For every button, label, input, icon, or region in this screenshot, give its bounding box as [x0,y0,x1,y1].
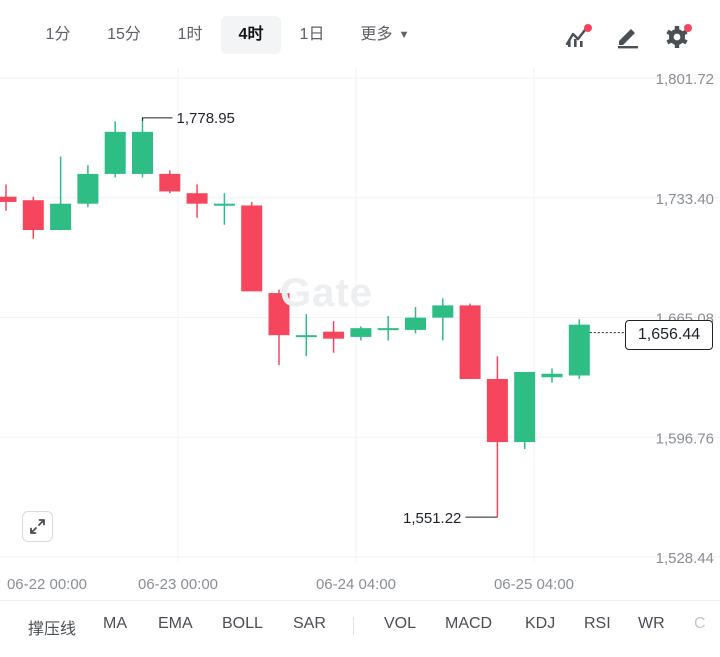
candle-body [186,193,208,204]
indicator-ma[interactable]: MA [103,615,127,633]
high-price-label: 1,778.95 [177,110,235,127]
candle-body [568,324,590,376]
indicator-wr[interactable]: WR [638,615,665,633]
caret-down-icon: ▼ [398,29,410,41]
candle-body [459,305,481,379]
candle-body [50,203,72,231]
x-axis-tick-label: 06-23 00:00 [138,576,218,593]
indicator-toolbar: 撑压线 MA EMA BOLL SAR VOL MACD KDJ RSI WR … [0,600,720,657]
kline-chart[interactable]: Gate 1,801.72 1,733.40 1,665.08 1,596.76 1,5… [0,68,720,598]
timeframe-1d[interactable]: 1日 [290,16,334,54]
x-axis-tick-label: 06-22 00:00 [7,576,87,593]
candle-body [405,317,426,330]
candle-body [541,373,563,378]
timeframe-toolbar: 1分 15分 1时 4时 1日 更多 ▼ [0,0,720,68]
x-axis-tick-label: 06-24 04:00 [316,576,396,593]
candle-body [377,328,399,331]
watermark-logo: Gate [280,271,373,315]
indicator-divider [353,617,354,635]
indicator-macd[interactable]: MACD [445,615,492,633]
draw-pen-icon[interactable] [614,22,642,50]
fullscreen-expand-icon[interactable] [22,511,53,542]
candle-body [77,173,99,204]
indicator-sar[interactable]: SAR [293,615,326,633]
kline-chart-svg: 1,801.721,733.401,665.081,596.761,528.44… [0,68,720,593]
candle-body [323,331,345,339]
y-axis-tick-label: 1,801.72 [656,71,714,88]
more-timeframes-dropdown[interactable]: 更多 ▼ [350,16,420,54]
candle-body [486,378,508,443]
y-axis-tick-label: 1,733.40 [656,191,714,208]
timeframe-1h[interactable]: 1时 [168,16,212,54]
indicator-support-resistance[interactable]: 撑压线 [28,615,76,639]
indicator-kdj[interactable]: KDJ [525,615,555,633]
candle-body [104,131,126,174]
candle-body [22,200,44,231]
settings-gear-icon[interactable] [664,22,692,50]
last-price-label: 1,656.44 [625,320,713,350]
more-label: 更多 [360,26,393,43]
indicator-ema[interactable]: EMA [158,615,193,633]
indicator-boll[interactable]: BOLL [222,615,263,633]
candle-body [132,131,153,174]
indicator-more-partial[interactable]: C [694,615,706,633]
x-axis-tick-label: 06-25 04:00 [494,576,574,593]
y-axis-tick-label: 1,528.44 [656,550,714,567]
candle-body [514,371,536,443]
timeframe-15m[interactable]: 15分 [98,16,150,54]
indicator-vol[interactable]: VOL [384,615,416,633]
y-axis-tick-label: 1,596.76 [656,430,714,447]
indicator-chart-icon[interactable] [564,22,592,50]
candle-body [432,305,454,318]
low-price-label: 1,551.22 [403,510,461,527]
indicator-rsi[interactable]: RSI [584,615,611,633]
timeframe-4h[interactable]: 4时 [221,16,281,54]
candle-body [213,203,235,206]
candle-body [159,173,181,192]
candle-body [350,328,372,337]
candle-body [295,335,317,338]
timeframe-1m[interactable]: 1分 [36,16,80,54]
high-price-leader-line [142,117,173,121]
candle-body [241,205,263,292]
candle-body [0,196,17,202]
